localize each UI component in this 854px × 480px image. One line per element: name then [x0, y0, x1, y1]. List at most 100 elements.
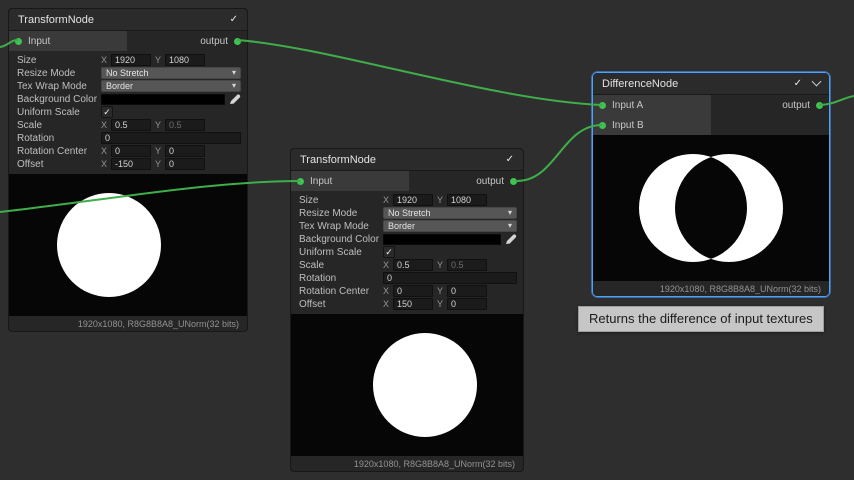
offset-y-input[interactable]: [165, 158, 205, 170]
rotation-input[interactable]: [101, 132, 241, 144]
node-header[interactable]: TransformNode ✓: [291, 149, 523, 171]
prop-label: Rotation: [299, 273, 383, 284]
axis-x-label: X: [383, 299, 389, 309]
size-x-input[interactable]: [393, 194, 433, 206]
prop-label: Tex Wrap Mode: [299, 221, 383, 232]
dropdown-value: No Stretch: [388, 208, 431, 218]
enabled-check-icon[interactable]: ✓: [230, 14, 238, 25]
axis-y-label: Y: [155, 55, 161, 65]
output-port[interactable]: output: [194, 31, 247, 51]
axis-x-label: X: [383, 195, 389, 205]
prop-label: Resize Mode: [17, 68, 101, 79]
prop-row-size: Size X Y: [299, 194, 517, 206]
graph-canvas[interactable]: TransformNode ✓ Input output Size X Y: [0, 0, 854, 480]
prop-label: Size: [17, 55, 101, 66]
scale-y-input: [447, 259, 487, 271]
prop-label: Resize Mode: [299, 208, 383, 219]
size-y-input[interactable]: [165, 54, 205, 66]
port-dot-icon[interactable]: [297, 178, 304, 185]
input-b-port[interactable]: Input B: [593, 115, 711, 135]
tex-wrap-dropdown[interactable]: Border ▾: [101, 80, 241, 92]
port-label: output: [782, 100, 810, 111]
port-row: Input output: [9, 31, 247, 51]
scale-x-input[interactable]: [393, 259, 433, 271]
node-difference[interactable]: DifferenceNode ✓ Input A output Input B: [592, 72, 830, 297]
scale-x-input[interactable]: [111, 119, 151, 131]
rotation-center-x-input[interactable]: [111, 145, 151, 157]
chevron-down-icon: ▾: [508, 222, 512, 230]
resize-mode-dropdown[interactable]: No Stretch ▾: [383, 207, 517, 219]
uniform-scale-checkbox[interactable]: ✓: [101, 106, 113, 118]
prop-label: Rotation Center: [299, 286, 383, 297]
node-transform-2[interactable]: TransformNode ✓ Input output Size X Y: [290, 148, 524, 472]
chevron-down-icon[interactable]: [812, 77, 822, 87]
port-dot-icon[interactable]: [234, 38, 241, 45]
enabled-check-icon[interactable]: ✓: [794, 78, 802, 89]
port-dot-icon[interactable]: [510, 178, 517, 185]
prop-row-tex-wrap: Tex Wrap Mode Border ▾: [299, 220, 517, 232]
prop-row-resize-mode: Resize Mode No Stretch ▾: [299, 207, 517, 219]
eyedropper-icon[interactable]: [229, 93, 241, 105]
output-port[interactable]: output: [776, 95, 829, 115]
prop-label: Size: [299, 195, 383, 206]
axis-y-label: Y: [437, 260, 443, 270]
preview-caption: 1920x1080, R8G8B8A8_UNorm(32 bits): [291, 456, 523, 471]
uniform-scale-checkbox[interactable]: ✓: [383, 246, 395, 258]
axis-x-label: X: [101, 146, 107, 156]
axis-x-label: X: [101, 55, 107, 65]
check-icon: ✓: [385, 247, 393, 258]
rotation-center-y-input[interactable]: [447, 285, 487, 297]
preview-caption: 1920x1080, R8G8B8A8_UNorm(32 bits): [9, 316, 247, 331]
port-row: Input B: [593, 115, 829, 135]
node-header[interactable]: DifferenceNode ✓: [593, 73, 829, 95]
enabled-check-icon[interactable]: ✓: [506, 154, 514, 165]
resize-mode-dropdown[interactable]: No Stretch ▾: [101, 67, 241, 79]
axis-x-label: X: [383, 260, 389, 270]
eyedropper-icon[interactable]: [505, 233, 517, 245]
axis-x-label: X: [101, 159, 107, 169]
input-a-port[interactable]: Input A: [593, 95, 711, 115]
axis-y-label: Y: [437, 299, 443, 309]
node-header[interactable]: TransformNode ✓: [9, 9, 247, 31]
tex-wrap-dropdown[interactable]: Border ▾: [383, 220, 517, 232]
prop-label: Tex Wrap Mode: [17, 81, 101, 92]
port-dot-icon[interactable]: [599, 102, 606, 109]
prop-row-scale: Scale X Y: [17, 119, 241, 131]
size-y-input[interactable]: [447, 194, 487, 206]
rotation-input[interactable]: [383, 272, 517, 284]
port-label: output: [476, 176, 504, 187]
check-icon: ✓: [103, 107, 111, 118]
output-port[interactable]: output: [470, 171, 523, 191]
color-swatch[interactable]: [101, 94, 225, 105]
rotation-center-x-input[interactable]: [393, 285, 433, 297]
input-port[interactable]: Input: [9, 31, 127, 51]
rotation-center-y-input[interactable]: [165, 145, 205, 157]
offset-y-input[interactable]: [447, 298, 487, 310]
prop-row-background-color: Background Color: [299, 233, 517, 245]
prop-label: Background Color: [17, 94, 101, 105]
port-dot-icon[interactable]: [816, 102, 823, 109]
prop-label: Background Color: [299, 234, 383, 245]
prop-label: Offset: [17, 159, 101, 170]
prop-label: Uniform Scale: [17, 107, 101, 118]
prop-row-rotation-center: Rotation Center X Y: [17, 145, 241, 157]
axis-x-label: X: [383, 286, 389, 296]
port-dot-icon[interactable]: [15, 38, 22, 45]
prop-row-uniform-scale: Uniform Scale ✓: [299, 246, 517, 258]
port-row: Input A output: [593, 95, 829, 115]
prop-row-scale: Scale X Y: [299, 259, 517, 271]
port-label: Input A: [612, 100, 643, 111]
scale-y-input: [165, 119, 205, 131]
prop-row-size: Size X Y: [17, 54, 241, 66]
color-swatch[interactable]: [383, 234, 501, 245]
size-x-input[interactable]: [111, 54, 151, 66]
prop-label: Rotation Center: [17, 146, 101, 157]
offset-x-input[interactable]: [111, 158, 151, 170]
node-preview: [9, 174, 247, 316]
node-transform-1[interactable]: TransformNode ✓ Input output Size X Y: [8, 8, 248, 332]
dropdown-value: No Stretch: [106, 68, 149, 78]
offset-x-input[interactable]: [393, 298, 433, 310]
wire-transform-2-to-difference-input-b: [517, 125, 602, 181]
input-port[interactable]: Input: [291, 171, 409, 191]
port-dot-icon[interactable]: [599, 122, 606, 129]
